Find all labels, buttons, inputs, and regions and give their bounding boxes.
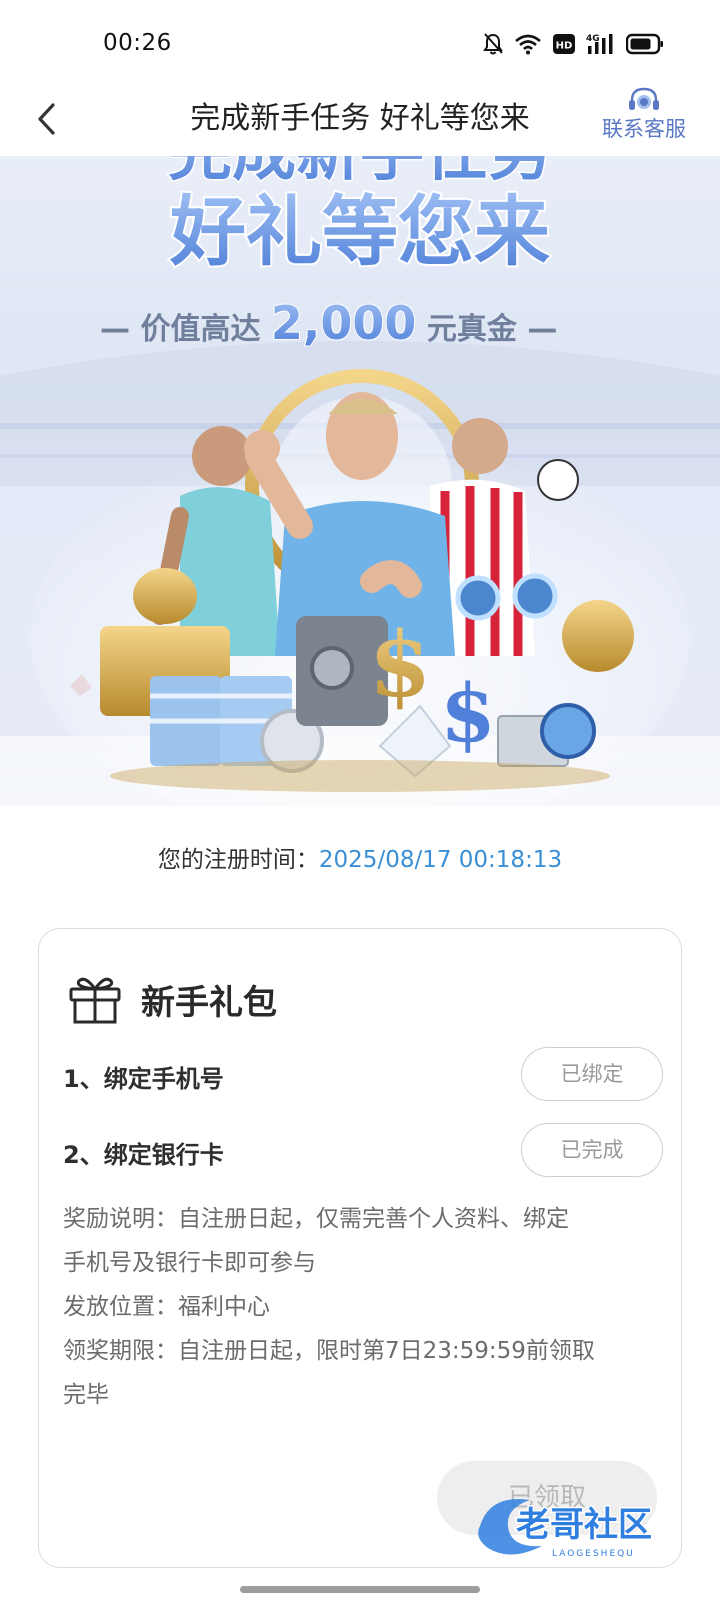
signal-4g-icon: 4G [586,31,616,57]
newbie-gift-card: 新手礼包 1、绑定手机号 已绑定 2、绑定银行卡 已完成 奖励说明：自注册日起，… [38,928,682,1568]
headset-icon [629,87,659,110]
svg-text:— 价值高达 2,000 元真金 —: — 价值高达 2,000 元真金 — [100,296,557,350]
svg-text:$: $ [369,612,432,718]
status-bar: 00:26 HD 4G [0,0,720,84]
hd-icon: HD [552,31,576,57]
registration-label: 您的注册时间： [157,847,319,873]
banner-headline: 好礼等您来 [169,187,550,276]
card-title: 新手礼包 [141,982,277,1023]
home-indicator[interactable] [240,1586,480,1593]
registration-value: 2025/08/17 00:18:13 [318,847,563,873]
reward-desc-line: 奖励说明：自注册日起，仅需完善个人资料、绑定 [63,1206,569,1232]
bind-bank-status-button[interactable]: 已完成 [521,1123,663,1177]
banner-amount: 2,000 [271,296,417,350]
wifi-icon [514,31,542,57]
registration-time: 您的注册时间：2025/08/17 00:18:13 [0,840,720,874]
svg-text:HD: HD [556,41,573,52]
banner-sub-prefix: — 价值高达 [100,312,260,347]
reward-desc-line: 手机号及银行卡即可参与 [63,1250,316,1276]
svg-text:LAOGESHEQU: LAOGESHEQU [552,1549,635,1559]
task-row-bind-bank-card: 2、绑定银行卡 已完成 [63,1123,663,1179]
battery-icon [626,31,664,57]
reward-deadline-line: 领奖期限：自注册日起，限时第7日23:59:59前领取 [63,1338,595,1364]
status-icons: HD 4G [482,30,664,58]
reward-deadline-line: 完毕 [63,1382,109,1408]
task-row-bind-phone: 1、绑定手机号 已绑定 [63,1047,663,1103]
community-watermark: 老哥社区 LAOGESHEQU [470,1486,710,1562]
bind-phone-status-button[interactable]: 已绑定 [521,1047,663,1101]
reward-description: 奖励说明：自注册日起，仅需完善个人资料、绑定 手机号及银行卡即可参与 发放位置：… [63,1197,653,1417]
contact-support-button[interactable]: 联系客服 [594,84,694,156]
promo-banner[interactable]: 完成新手任务 好礼等您来 — 价值高达 2,000 元真金 — [0,156,720,806]
banner-sub-suffix: 元真金 — [427,312,557,347]
banner-headline-top: 完成新手任务 [168,156,552,190]
mute-icon [482,31,504,57]
task-label: 1、绑定手机号 [63,1065,224,1093]
task-label: 2、绑定银行卡 [63,1141,224,1169]
card-header: 新手礼包 [67,973,277,1025]
contact-support-label: 联系客服 [602,117,686,141]
gift-icon [69,977,121,1024]
nav-bar: 完成新手任务 好礼等您来 联系客服 [0,84,720,156]
svg-text:老哥社区: 老哥社区 [516,1505,652,1545]
reward-location: 发放位置：福利中心 [63,1294,270,1320]
status-time: 00:26 [103,30,172,56]
